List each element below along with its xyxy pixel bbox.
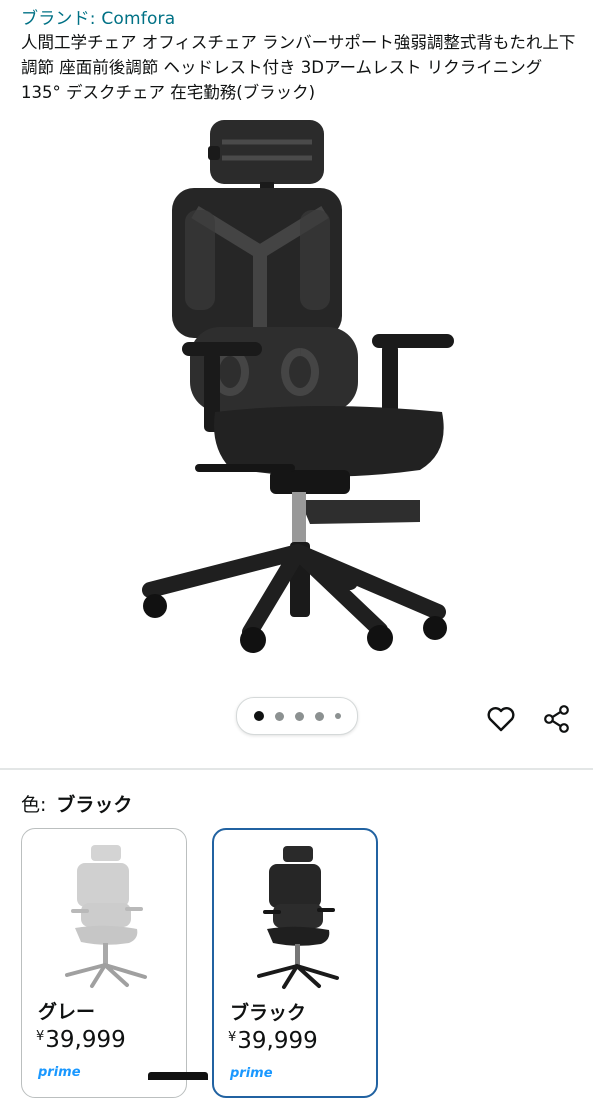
gallery-dot[interactable] — [334, 713, 341, 719]
swatch-black[interactable]: ブラック ¥39,999 prime — [212, 828, 378, 1098]
section-divider — [0, 768, 593, 770]
swatch-price: ¥39,999 — [228, 1028, 318, 1054]
gallery-dot[interactable] — [253, 711, 264, 721]
color-selected-value: ブラック — [56, 794, 133, 816]
currency-symbol: ¥ — [228, 1030, 237, 1045]
price-value: 39,999 — [45, 1027, 126, 1053]
brand-link[interactable]: ブランド: Comfora — [21, 4, 175, 29]
price-value: 39,999 — [237, 1028, 318, 1054]
share-icon[interactable] — [541, 703, 573, 735]
swatch-name: グレー — [38, 1001, 96, 1023]
gray-chair-thumbnail — [65, 845, 147, 988]
prime-badge: prime — [230, 1066, 273, 1081]
gallery-dot[interactable] — [274, 711, 284, 721]
product-title: 人間工学チェア オフィスチェア ランバーサポート強弱調整式背もたれ上下調節 座面… — [21, 33, 576, 102]
gallery-pagination[interactable] — [236, 697, 358, 735]
home-indicator — [148, 1072, 208, 1080]
color-selector-label: 色: ブラック — [21, 790, 132, 817]
heart-icon[interactable] — [485, 703, 517, 735]
gallery-dot[interactable] — [294, 711, 304, 721]
black-chair-thumbnail — [257, 846, 339, 989]
prime-badge: prime — [38, 1065, 81, 1080]
swatch-price: ¥39,999 — [36, 1027, 126, 1053]
swatch-gray[interactable]: グレー ¥39,999 prime — [21, 828, 187, 1098]
gallery-dot[interactable] — [314, 711, 324, 721]
product-image[interactable] — [120, 112, 470, 672]
swatch-name: ブラック — [230, 1002, 307, 1024]
currency-symbol: ¥ — [36, 1029, 45, 1044]
color-key: 色: — [21, 794, 47, 816]
